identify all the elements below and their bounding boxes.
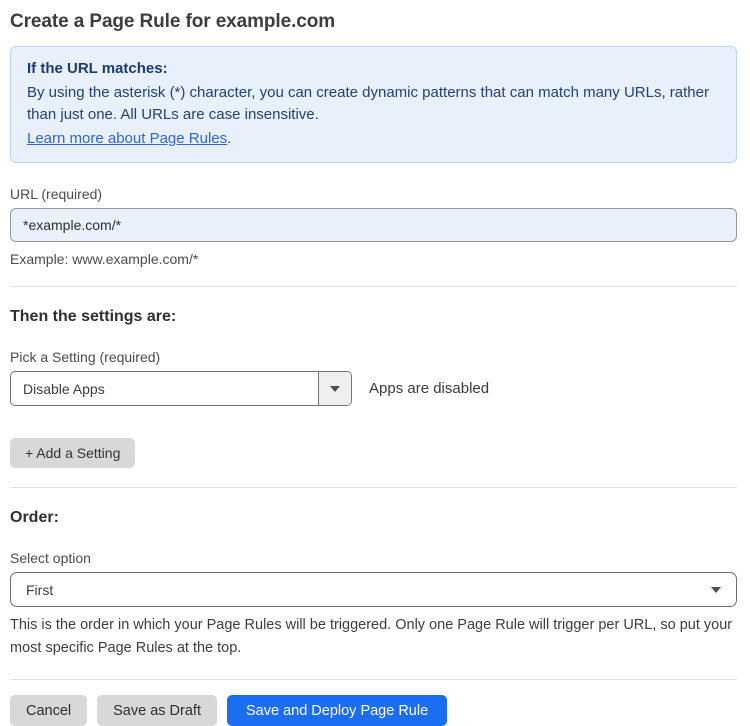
triangle-down-icon	[711, 586, 721, 593]
info-box-link-line: Learn more about Page Rules.	[27, 128, 720, 150]
save-deploy-button[interactable]: Save and Deploy Page Rule	[226, 695, 448, 726]
setting-field-label: Pick a Setting (required)	[10, 349, 161, 365]
url-field-helper: Example: www.example.com/*	[10, 251, 199, 267]
footer-actions: Cancel Save as Draft Save and Deploy Pag…	[10, 695, 737, 726]
learn-more-link[interactable]: Learn more about Page Rules	[27, 130, 227, 147]
order-select[interactable]: First	[10, 572, 737, 607]
triangle-down-icon	[330, 385, 340, 392]
url-input[interactable]	[10, 208, 737, 242]
url-field-label: URL (required)	[10, 186, 103, 202]
link-suffix: .	[227, 130, 232, 147]
settings-section-heading: Then the settings are:	[10, 308, 177, 325]
setting-select[interactable]: Disable Apps	[10, 371, 352, 406]
order-section-heading: Order:	[10, 509, 59, 526]
cancel-button[interactable]: Cancel	[10, 695, 88, 726]
save-draft-button[interactable]: Save as Draft	[97, 695, 217, 726]
order-field-label: Select option	[10, 550, 91, 566]
setting-row: Disable Apps Apps are disabled	[10, 371, 737, 406]
setting-select-arrow-button[interactable]	[318, 372, 351, 405]
page-rule-form: Create a Page Rule for example.com If th…	[0, 0, 750, 726]
setting-select-value: Disable Apps	[23, 380, 105, 397]
section-divider	[10, 286, 737, 287]
order-select-value: First	[26, 581, 54, 598]
order-helper-text: This is the order in which your Page Rul…	[10, 617, 733, 656]
section-divider	[10, 487, 737, 488]
info-box-body: By using the asterisk (*) character, you…	[27, 84, 709, 123]
add-setting-button[interactable]: + Add a Setting	[10, 438, 136, 468]
url-match-info-box: If the URL matches: By using the asteris…	[10, 46, 737, 163]
page-title: Create a Page Rule for example.com	[10, 11, 336, 32]
footer-divider	[10, 679, 737, 680]
setting-status-text: Apps are disabled	[369, 380, 490, 397]
info-box-heading: If the URL matches:	[27, 60, 168, 77]
